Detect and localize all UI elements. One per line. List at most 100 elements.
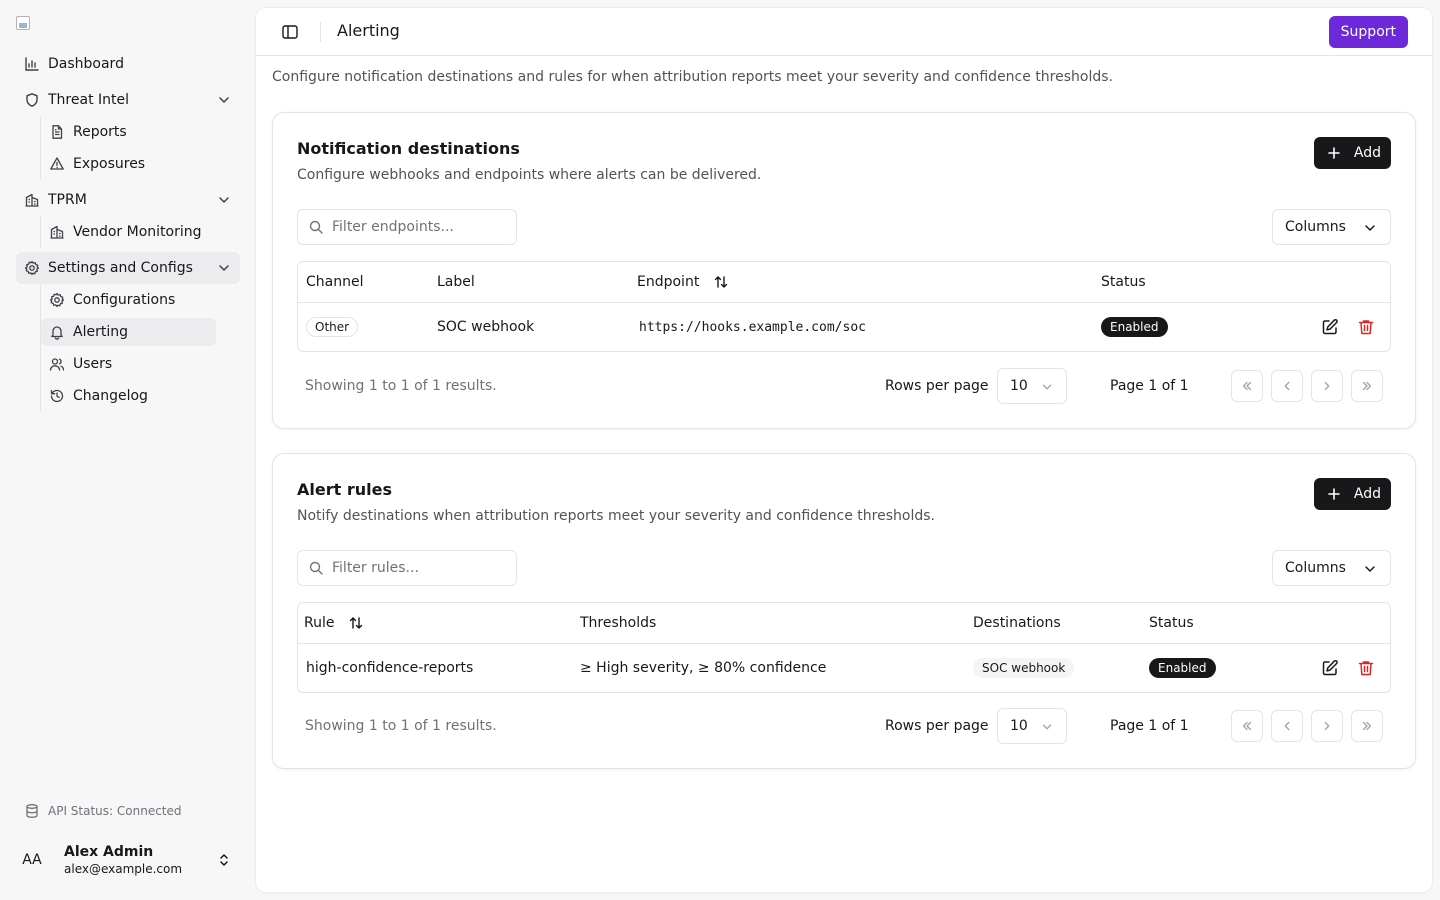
chevrons-left-icon [1240, 719, 1254, 733]
search-icon [308, 560, 324, 576]
last-page-button[interactable] [1351, 370, 1383, 402]
sidebar-item-label: Users [73, 356, 113, 372]
sidebar-item-settings-and-configs[interactable]: Settings and Configs [16, 252, 240, 284]
topbar: Alerting Support [256, 8, 1432, 56]
sidebar-item-changelog[interactable]: Changelog [41, 382, 216, 410]
channel-cell: Other [306, 303, 359, 351]
chevron-right-icon [1320, 379, 1334, 393]
trash-icon [1357, 318, 1375, 336]
status-badge: Enabled [1149, 658, 1216, 678]
filter-endpoints-input[interactable] [332, 219, 512, 235]
sidebar-item-threat-intel[interactable]: Threat Intel [16, 84, 240, 116]
filter-endpoints-field[interactable] [297, 209, 517, 245]
column-header-channel: Channel [306, 274, 364, 290]
sidebar-item-users[interactable]: Users [41, 350, 216, 378]
column-header-endpoint[interactable]: Endpoint [637, 262, 729, 302]
sort-arrows-icon [348, 615, 364, 631]
rows-per-page-value: 10 [1010, 378, 1028, 394]
edit-icon [1321, 659, 1339, 677]
table-header: Rule Thresholds Destinations Status [298, 603, 1390, 644]
sidebar-item-exposures[interactable]: Exposures [41, 150, 216, 178]
column-header-label-text: Rule [304, 615, 335, 631]
sidebar-toggle-icon[interactable] [280, 22, 300, 42]
add-rule-button[interactable]: Add [1313, 478, 1391, 510]
first-page-button[interactable] [1231, 710, 1263, 742]
results-summary: Showing 1 to 1 of 1 results. [305, 718, 497, 734]
plus-icon [1326, 145, 1342, 161]
sidebar-item-dashboard[interactable]: Dashboard [16, 48, 240, 80]
chevrons-right-icon [1360, 379, 1374, 393]
gear-icon [49, 292, 65, 308]
chevron-left-icon [1280, 379, 1294, 393]
edit-button[interactable] [1321, 303, 1339, 351]
sidebar-item-label: Configurations [73, 292, 176, 308]
filter-rules-field[interactable] [297, 550, 517, 586]
rows-per-page-select[interactable]: 10 [997, 708, 1067, 744]
bar-chart-icon [24, 56, 40, 72]
filter-rules-input[interactable] [332, 560, 512, 576]
status-cell: Enabled [1149, 644, 1216, 692]
column-header-rule[interactable]: Rule [304, 603, 364, 643]
next-page-button[interactable] [1311, 370, 1343, 402]
database-icon [24, 803, 40, 819]
sidebar-item-tprm[interactable]: TPRM [16, 184, 240, 216]
column-header-destinations: Destinations [973, 615, 1061, 631]
sidebar-item-label: Vendor Monitoring [73, 224, 202, 240]
columns-button[interactable]: Columns [1272, 209, 1391, 245]
column-header-label-text: Endpoint [637, 274, 700, 290]
chevron-left-icon [1280, 719, 1294, 733]
chevron-down-icon [1362, 220, 1378, 236]
logo[interactable] [16, 16, 32, 32]
columns-button[interactable]: Columns [1272, 550, 1391, 586]
first-page-button[interactable] [1231, 370, 1263, 402]
shield-icon [24, 92, 40, 108]
status-cell: Enabled [1101, 303, 1168, 351]
sidebar-item-label: Alerting [73, 324, 128, 340]
rows-per-page-select[interactable]: 10 [997, 368, 1067, 404]
user-name: Alex Admin [64, 844, 154, 860]
rows-per-page-value: 10 [1010, 718, 1028, 734]
sidebar-item-label: Dashboard [48, 56, 124, 72]
add-label: Add [1353, 145, 1381, 161]
support-button[interactable]: Support [1328, 16, 1408, 48]
notification-destinations-card: Notification destinations Configure webh… [272, 112, 1416, 429]
bell-icon [49, 324, 65, 340]
card-description: Configure webhooks and endpoints where a… [297, 167, 762, 183]
file-text-icon [49, 124, 65, 140]
delete-button[interactable] [1357, 303, 1375, 351]
edit-button[interactable] [1321, 644, 1339, 692]
table-row: high-confidence-reports ≥ High severity,… [298, 644, 1390, 692]
logo-image-icon [16, 16, 30, 30]
column-header-status: Status [1149, 615, 1194, 631]
next-page-button[interactable] [1311, 710, 1343, 742]
destinations-cell: SOC webhook [973, 644, 1075, 692]
column-header-thresholds: Thresholds [580, 615, 657, 631]
rows-per-page-label: Rows per page [885, 378, 989, 394]
main-panel: Alerting Support Configure notification … [256, 8, 1432, 892]
history-icon [49, 388, 65, 404]
sort-arrows-icon [713, 274, 729, 290]
rows-per-page-label: Rows per page [885, 718, 989, 734]
page-indicator: Page 1 of 1 [1110, 718, 1189, 734]
card-title: Notification destinations [297, 139, 520, 158]
chevron-down-icon [1040, 720, 1054, 734]
add-destination-button[interactable]: Add [1313, 137, 1391, 169]
sidebar-item-configurations[interactable]: Configurations [41, 286, 216, 314]
search-icon [308, 219, 324, 235]
previous-page-button[interactable] [1271, 370, 1303, 402]
chevrons-right-icon [1360, 719, 1374, 733]
alert-triangle-icon [49, 156, 65, 172]
trash-icon [1357, 659, 1375, 677]
last-page-button[interactable] [1351, 710, 1383, 742]
thresholds-cell: ≥ High severity, ≥ 80% confidence [580, 660, 827, 676]
sidebar-item-reports[interactable]: Reports [41, 118, 216, 146]
delete-button[interactable] [1357, 644, 1375, 692]
user-menu[interactable]: AA Alex Admin alex@example.com [16, 836, 240, 884]
previous-page-button[interactable] [1271, 710, 1303, 742]
rules-table: Rule Thresholds Destinations Status high… [297, 602, 1391, 693]
sidebar: Dashboard Threat Intel Reports Exposures… [0, 0, 256, 900]
sidebar-item-vendor-monitoring[interactable]: Vendor Monitoring [41, 218, 216, 246]
chevron-down-icon [216, 92, 232, 108]
add-label: Add [1353, 486, 1381, 502]
sidebar-item-alerting[interactable]: Alerting [41, 318, 216, 346]
